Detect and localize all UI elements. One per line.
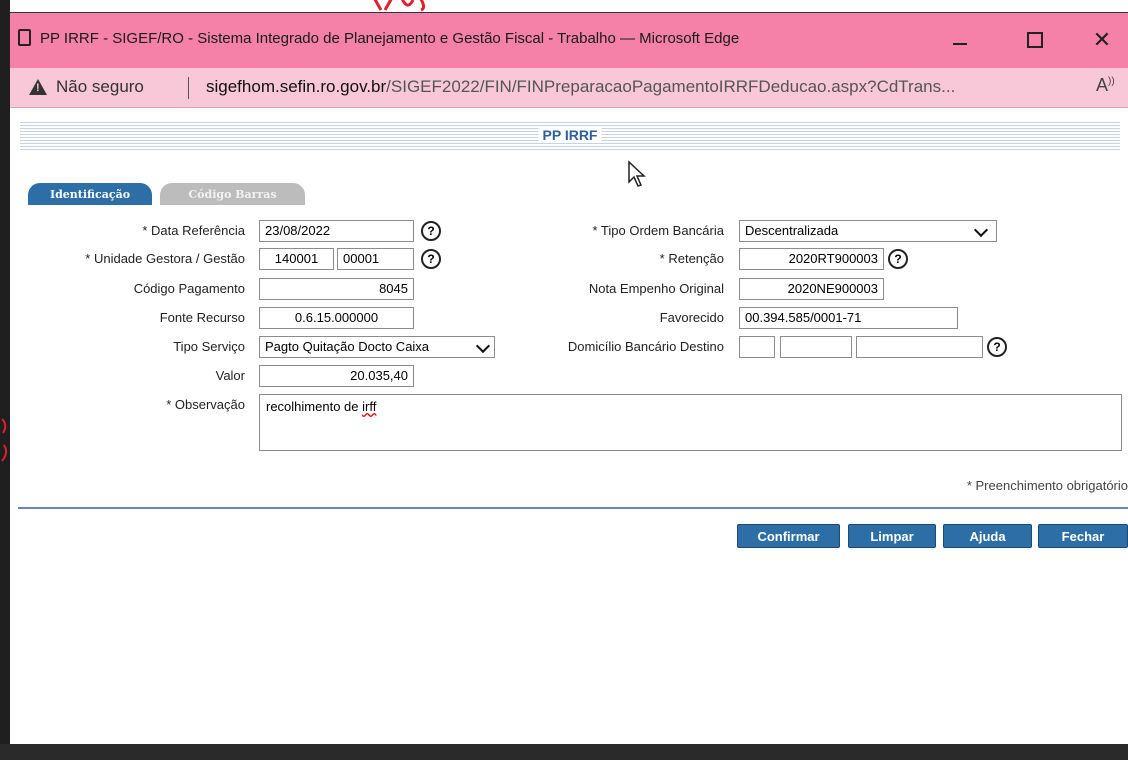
- close-button[interactable]: Fechar: [1038, 524, 1128, 548]
- banco-field[interactable]: [739, 336, 775, 358]
- close-icon: ✕: [1092, 27, 1112, 52]
- clear-button[interactable]: Limpar: [848, 524, 936, 548]
- label-data-referencia: * Data Referência: [142, 223, 245, 238]
- nota-empenho-original-field[interactable]: 2020NE900003: [739, 278, 884, 300]
- observacao-text: recolhimento de: [266, 399, 363, 414]
- read-aloud-icon[interactable]: A)): [1096, 75, 1115, 96]
- address-bar[interactable]: Não seguro sigefhom.sefin.ro.gov.br/SIGE…: [10, 68, 1128, 108]
- help-retencao-icon[interactable]: ?: [888, 249, 908, 269]
- mouse-cursor-icon: [628, 160, 646, 187]
- minimize-button[interactable]: [940, 23, 980, 57]
- form-separator: [18, 507, 1128, 509]
- security-indicator[interactable]: Não seguro: [56, 77, 144, 97]
- warning-icon[interactable]: [29, 79, 47, 95]
- minimize-icon: [953, 43, 967, 45]
- tipo-ordem-bancaria-value: Descentralizada: [745, 223, 839, 238]
- label-favorecido: Favorecido: [659, 310, 724, 325]
- tipo-servico-value: Pagto Quitação Docto Caixa: [265, 339, 430, 354]
- label-observacao: * Observação: [166, 397, 245, 412]
- gestao-field[interactable]: 00001: [337, 248, 414, 270]
- fonte-recurso-field[interactable]: 0.6.15.000000: [259, 307, 414, 329]
- label-unidade-gestora: * Unidade Gestora / Gestão: [85, 251, 245, 266]
- url-path: /SIGEF2022/FIN/FINPreparacaoPagamentoIRR…: [386, 77, 956, 96]
- observacao-misspelled-word: irff: [362, 399, 377, 414]
- valor-field[interactable]: 20.035,40: [259, 365, 414, 387]
- help-button[interactable]: Ajuda: [943, 524, 1032, 548]
- screen-bottom-edge: [0, 744, 1128, 760]
- handwritten-mark: [373, 0, 426, 12]
- label-fonte-recurso: Fonte Recurso: [159, 310, 245, 325]
- address-separator: [188, 77, 189, 99]
- url-host: sigefhom.sefin.ro.gov.br: [206, 77, 387, 96]
- maximize-icon: [1027, 32, 1043, 48]
- confirm-button[interactable]: Confirmar: [737, 524, 840, 548]
- label-tipo-ordem-bancaria: * Tipo Ordem Bancária: [592, 223, 724, 238]
- label-retencao: * Retenção: [659, 251, 724, 266]
- required-fields-note: * Preenchimento obrigatório: [966, 478, 1128, 493]
- unidade-gestora-field[interactable]: 140001: [259, 248, 334, 270]
- label-tipo-servico: Tipo Serviço: [173, 339, 245, 354]
- chevron-down-icon: [973, 222, 989, 238]
- page-header: PP IRRF: [20, 122, 1120, 150]
- observacao-textarea[interactable]: recolhimento de irff: [259, 394, 1122, 451]
- favorecido-field[interactable]: 00.394.585/0001-71: [739, 307, 958, 329]
- codigo-pagamento-field[interactable]: 8045: [259, 278, 414, 300]
- window-title: PP IRRF - SIGEF/RO - Sistema Integrado d…: [40, 30, 740, 47]
- tab-identificacao[interactable]: Identificação: [28, 183, 152, 205]
- label-valor: Valor: [215, 368, 245, 383]
- screen-left-edge: [0, 0, 10, 760]
- window-title-bar[interactable]: PP IRRF - SIGEF/RO - Sistema Integrado d…: [10, 12, 1128, 68]
- close-window-button[interactable]: ✕: [1082, 23, 1122, 57]
- url-text[interactable]: sigefhom.sefin.ro.gov.br/SIGEF2022/FIN/F…: [206, 77, 955, 97]
- label-codigo-pagamento: Código Pagamento: [133, 281, 245, 296]
- screen-top-edge: [0, 0, 1128, 12]
- conta-field[interactable]: [856, 336, 983, 358]
- help-data-referencia-icon[interactable]: ?: [421, 221, 441, 241]
- chevron-down-icon: [475, 338, 491, 354]
- maximize-button[interactable]: [1015, 23, 1055, 57]
- help-domicilio-bancario-icon[interactable]: ?: [987, 337, 1007, 357]
- tipo-servico-select[interactable]: Pagto Quitação Docto Caixa: [259, 336, 495, 358]
- tipo-ordem-bancaria-select[interactable]: Descentralizada: [739, 220, 997, 242]
- page-content: PP IRRF Identificação Código Barras * Da…: [10, 108, 1128, 744]
- page-document-icon: [18, 29, 31, 46]
- handwritten-mark-left: [1, 418, 8, 462]
- tab-codigo-barras[interactable]: Código Barras: [160, 183, 305, 205]
- retencao-field[interactable]: 2020RT900003: [739, 248, 884, 270]
- help-unidade-gestora-icon[interactable]: ?: [421, 249, 441, 269]
- label-domicilio-bancario-destino: Domicílio Bancário Destino: [567, 339, 724, 354]
- page-title: PP IRRF: [538, 127, 602, 143]
- agencia-field[interactable]: [780, 336, 852, 358]
- label-nota-empenho-original: Nota Empenho Original: [588, 281, 724, 296]
- data-referencia-field[interactable]: 23/08/2022: [259, 220, 414, 242]
